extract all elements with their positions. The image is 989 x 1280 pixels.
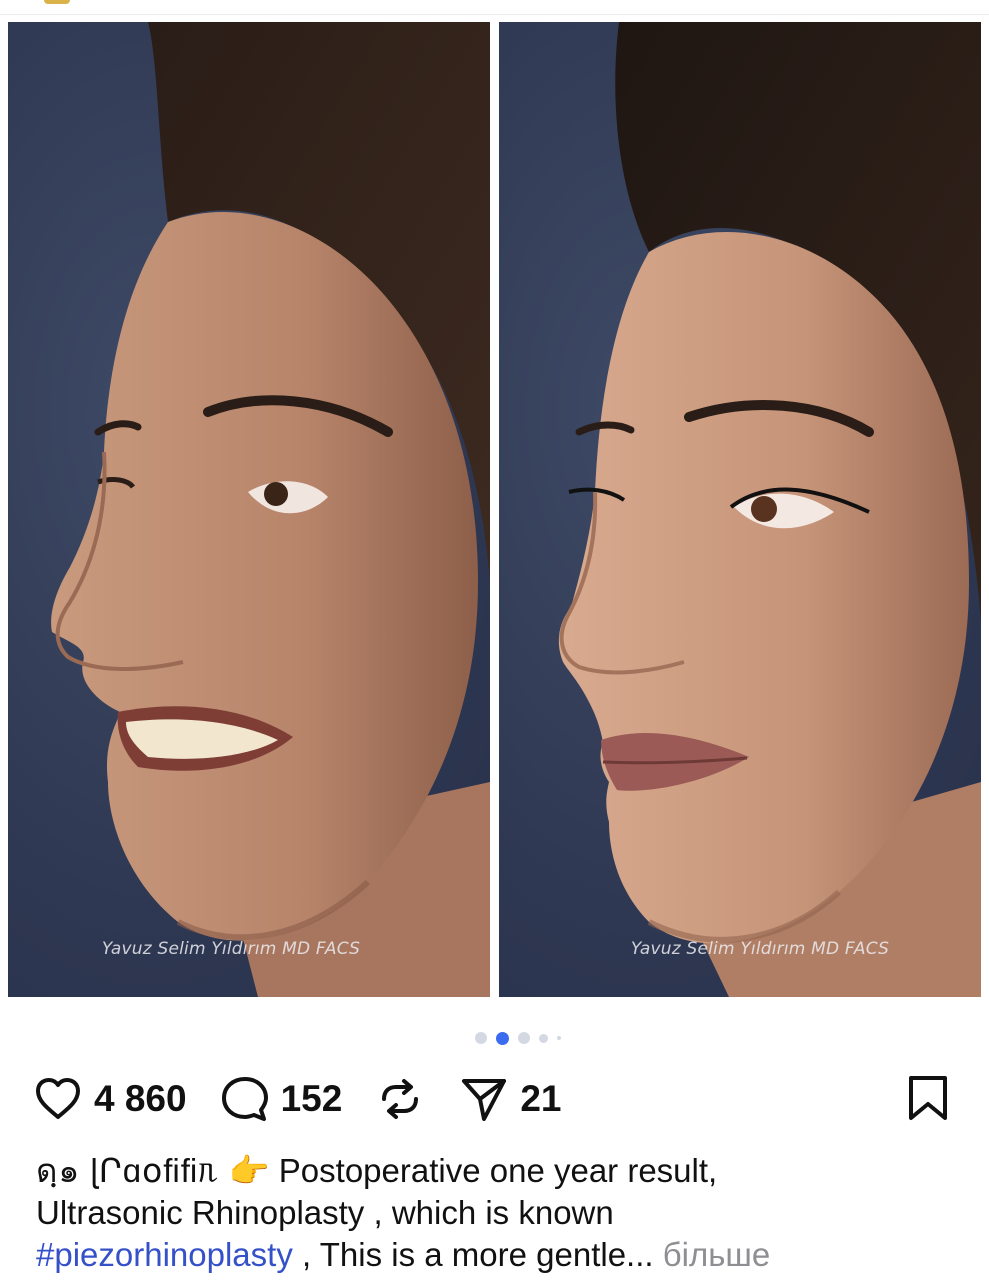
save-button[interactable] (903, 1072, 953, 1129)
heart-icon (36, 1078, 80, 1119)
carousel-dot[interactable] (556, 1036, 561, 1040)
comment-button[interactable]: 152 (219, 1073, 343, 1125)
post-caption: ดฺ๑ ɭՐɑօﬁﬁᥰ 👉 Postoperative one year res… (36, 1150, 966, 1276)
bookmark-icon (909, 1076, 947, 1120)
portrait-after-illustration (558, 22, 981, 997)
photo-after[interactable]: Yavuz Selim Yıldırım MD FACS (499, 22, 981, 997)
share-count: 21 (520, 1078, 562, 1119)
post-actions-bar: 4 860 152 21 (32, 1072, 957, 1126)
divider (0, 14, 989, 15)
caption-line-3: , This is a more gentle... (292, 1236, 654, 1273)
carousel-dot[interactable] (538, 1033, 548, 1043)
pointing-hand-icon: 👉 (228, 1152, 270, 1189)
carousel-dot[interactable] (474, 1032, 487, 1044)
comment-bubble-icon (221, 1077, 268, 1121)
hashtag-link[interactable]: #piezorhinoplasty (36, 1236, 293, 1273)
watermark-before: Yavuz Selim Yıldırım MD FACS (101, 939, 361, 959)
caption-line-1: Postoperative one year result, (278, 1152, 718, 1189)
send-arrow-icon (462, 1079, 507, 1121)
like-count: 4 860 (94, 1078, 187, 1119)
like-button[interactable]: 4 860 (32, 1073, 187, 1125)
share-button[interactable]: 21 (458, 1073, 561, 1125)
previous-post-edge (0, 0, 989, 18)
photo-before[interactable]: Yavuz Selim Yıldırım MD FACS (8, 22, 490, 997)
caption-line-2: Ultrasonic Rhinoplasty , which is known (36, 1194, 614, 1231)
comment-count: 152 (280, 1078, 343, 1119)
previous-post-sliver (44, 0, 70, 4)
repost-icon (382, 1079, 419, 1119)
more-link[interactable]: більше (663, 1236, 771, 1273)
portrait-before-illustration (51, 22, 490, 997)
carousel-indicator[interactable] (0, 1030, 989, 1046)
watermark-after: Yavuz Selim Yıldırım MD FACS (630, 939, 890, 959)
carousel-dot-active[interactable] (495, 1031, 509, 1045)
repost-button[interactable] (374, 1073, 426, 1125)
carousel-dot[interactable] (517, 1032, 530, 1044)
author-username[interactable]: ดฺ๑ ɭՐɑօﬁﬁᥰ (36, 1152, 219, 1189)
